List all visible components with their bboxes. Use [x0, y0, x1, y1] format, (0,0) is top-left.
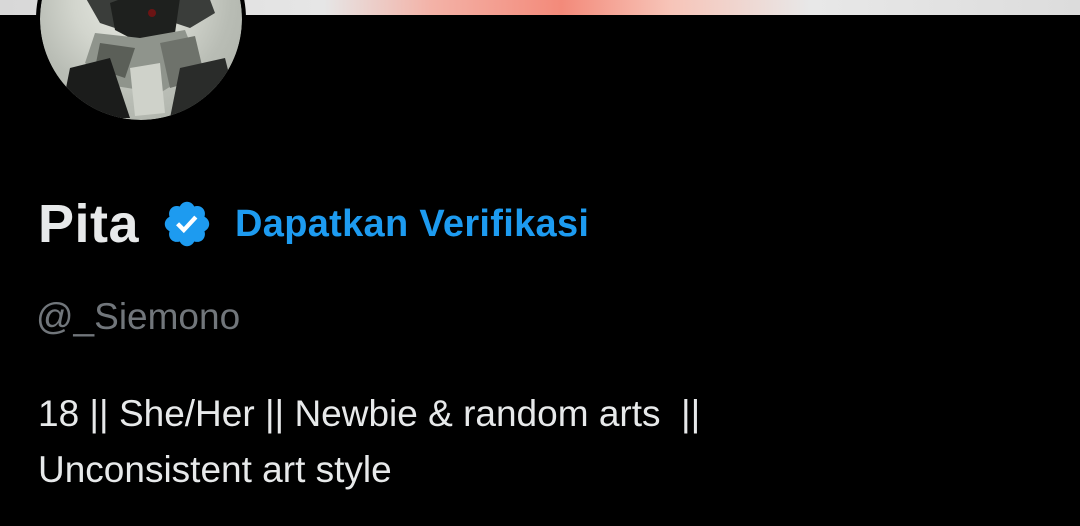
profile-bio: 18 || She/Her || Newbie & random arts ||…	[38, 386, 1038, 498]
bio-line: 18 || She/Her || Newbie & random arts ||	[38, 393, 701, 434]
profile-avatar[interactable]	[36, 0, 246, 124]
profile-name-row: Pita Dapatkan Verifikasi	[38, 192, 589, 256]
avatar-image	[40, 0, 242, 120]
avatar-illustration	[60, 0, 240, 118]
profile-handle: @_Siemono	[36, 296, 241, 337]
verified-badge-icon[interactable]	[161, 198, 213, 250]
get-verified-link[interactable]: Dapatkan Verifikasi	[235, 203, 589, 246]
display-name: Pita	[38, 194, 140, 254]
bio-line: Unconsistent art style	[38, 449, 392, 490]
